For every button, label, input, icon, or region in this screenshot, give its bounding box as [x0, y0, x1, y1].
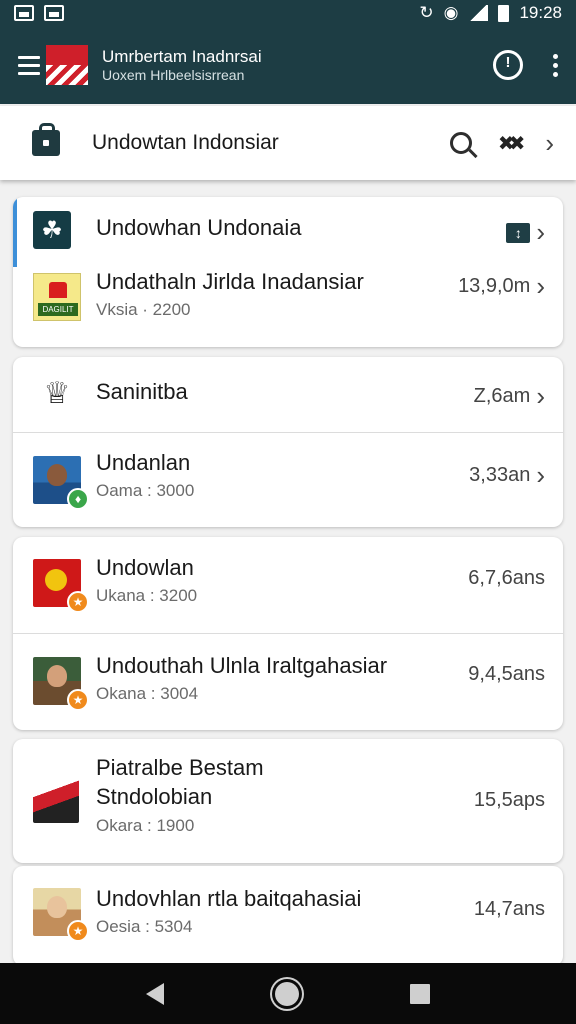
list-item-subtitle: Oama : 3000	[96, 481, 195, 501]
leaf-icon: ☘	[33, 211, 71, 249]
chevron-right-icon[interactable]: ›	[545, 128, 554, 159]
signal-icon	[468, 5, 489, 21]
menu-icon[interactable]	[18, 55, 40, 75]
list-item-meta: 13,9,0m	[458, 275, 531, 297]
verified-badge-icon: ♦	[67, 488, 89, 510]
avatar: ♦	[33, 456, 89, 510]
list-item-meta: 14,7ans	[473, 898, 545, 920]
list-item-title: Undathaln Jirlda Inadansiar	[96, 269, 364, 294]
person-figure-icon: ♕	[43, 376, 71, 410]
list-item[interactable]: ★ Undouthah Ulnla Iraltgahasiar Okana : …	[13, 633, 563, 730]
list-item-subtitle: Ukana : 3200	[96, 586, 198, 606]
star-badge-icon: ★	[67, 920, 89, 942]
list-item-subtitle: Okana : 3004	[96, 684, 199, 704]
filter-icon[interactable]: ✖✖	[498, 131, 525, 156]
list-item[interactable]: ♦ Undanlan Oama : 3000 3,33an ›	[13, 432, 563, 527]
list-item[interactable]: Piatralbe Bestam Stndolobian Okara : 190…	[13, 739, 563, 863]
battery-icon	[498, 4, 510, 22]
chevron-right-icon[interactable]: ›	[536, 381, 545, 412]
chevron-right-icon[interactable]: ›	[536, 460, 545, 491]
app-title: Umrbertam Inadnrsai	[102, 47, 262, 67]
card-featured: ☘ Undowhan Undonaia ↕ › DAGILIT Undathal…	[13, 197, 563, 347]
system-nav-bar	[0, 963, 576, 1024]
sync-icon: ↻	[419, 3, 434, 22]
list-item-subtitle: Oesia : 5304	[96, 917, 193, 937]
list-item-meta: Z,6am	[473, 385, 531, 407]
list-item-title: Undanlan	[96, 450, 191, 475]
avatar: ★	[33, 559, 89, 613]
list-item-meta: 15,5aps	[473, 789, 545, 811]
list-item-title-line2: Stndolobian	[96, 784, 213, 810]
card: Piatralbe Bestam Stndolobian Okara : 190…	[13, 739, 563, 863]
list-item[interactable]: DAGILIT Undathaln Jirlda Inadansiar Vksi…	[13, 263, 563, 347]
search-icon[interactable]	[449, 132, 472, 154]
search-title: Undowtan Indonsiar	[92, 131, 279, 154]
list-item-meta: 3,33an	[469, 464, 531, 486]
notification-icon	[14, 5, 34, 21]
more-options-icon[interactable]	[553, 53, 558, 77]
image-notification-icon	[44, 5, 64, 21]
list-item-title: Saninitba	[96, 379, 188, 404]
app-subtitle: Uoxem Hrlbeelsisrrean	[102, 66, 245, 83]
calendar-icon[interactable]: ↕	[506, 222, 531, 243]
chevron-right-icon[interactable]: ›	[536, 217, 545, 248]
app-bar: Umrbertam Inadnrsai Uoxem Hrlbeelsisrrea…	[0, 26, 576, 104]
flag-hat-icon: DAGILIT	[33, 273, 81, 321]
avatar: ★	[33, 888, 89, 942]
list-item[interactable]: ★ Undowlan Ukana : 3200 6,7,6ans	[13, 537, 563, 633]
status-time: 19:28	[519, 3, 562, 22]
card: ♕ Saninitba Z,6am › ♦ Undanlan Oama : 30…	[13, 357, 563, 527]
list-item-meta: 6,7,6ans	[468, 567, 545, 589]
list-item[interactable]: ★ Undovhlan rtla baitqahasiai Oesia : 53…	[13, 866, 563, 966]
list-item-subtitle: Vksia · 2200	[96, 300, 191, 320]
card: ★ Undowlan Ukana : 3200 6,7,6ans ★ Undou…	[13, 537, 563, 730]
list-item-subtitle: Okara : 1900	[96, 815, 195, 835]
list-item[interactable]: ☘ Undowhan Undonaia ↕ ›	[13, 197, 563, 263]
star-badge-icon: ★	[67, 689, 89, 711]
card: ★ Undovhlan rtla baitqahasiai Oesia : 53…	[13, 866, 563, 966]
list-item-title: Undouthah Ulnla Iraltgahasiar	[96, 653, 388, 678]
search-bar[interactable]: Undowtan Indonsiar ✖✖ ›	[0, 106, 576, 180]
list-item-meta: 9,4,5ans	[468, 663, 545, 685]
home-icon[interactable]	[274, 981, 299, 1006]
list-item-title: Piatralbe Bestam	[96, 755, 264, 780]
shopping-bag-icon	[32, 123, 60, 156]
avatar: ★	[33, 657, 89, 711]
indonesia-flag-logo	[46, 45, 88, 85]
chevron-right-icon[interactable]: ›	[536, 271, 545, 302]
list-item[interactable]: ♕ Saninitba Z,6am ›	[13, 357, 563, 432]
avatar	[33, 779, 79, 823]
list-item-title: Undowhan Undonaia	[96, 215, 302, 240]
list-item-title: Undowlan	[96, 555, 194, 580]
list-item-title: Undovhlan rtla baitqahasiai	[96, 886, 362, 911]
recent-apps-icon[interactable]	[410, 983, 431, 1004]
status-bar: ↻ ◉ 19:28	[0, 0, 576, 26]
back-icon[interactable]	[145, 982, 164, 1005]
chat-alert-icon[interactable]	[493, 50, 523, 80]
eye-icon: ◉	[443, 3, 459, 22]
star-badge-icon: ★	[67, 591, 89, 613]
